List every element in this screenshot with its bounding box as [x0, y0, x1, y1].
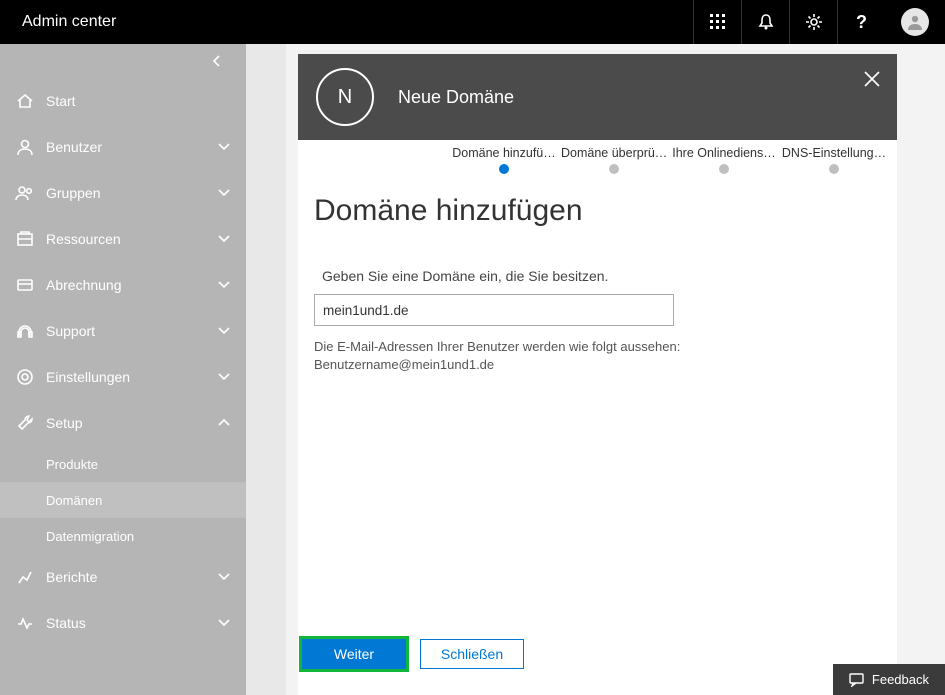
feedback-icon [849, 673, 864, 687]
next-button[interactable]: Weiter [302, 639, 406, 669]
add-domain-panel: N Neue Domäne Domäne hinzufü… Domäne übe… [298, 54, 897, 695]
step-label: Ihre Onlinediens… [672, 146, 776, 160]
panel-header: N Neue Domäne [298, 54, 897, 140]
setup-icon [14, 414, 36, 432]
feedback-label: Feedback [872, 672, 929, 687]
step-label: DNS-Einstellung… [782, 146, 886, 160]
chevron-down-icon [216, 188, 232, 198]
sidebar-item-label: Setup [46, 415, 216, 431]
sidebar-item-status[interactable]: Status [0, 600, 246, 646]
email-hint: Die E-Mail-Adressen Ihrer Benutzer werde… [314, 338, 869, 374]
page-heading: Domäne hinzufügen [314, 194, 869, 228]
content-area: N Neue Domäne Domäne hinzufü… Domäne übe… [246, 44, 945, 695]
chevron-down-icon [216, 618, 232, 628]
sidebar-item-einstellungen[interactable]: Einstellungen [0, 354, 246, 400]
resources-icon [14, 230, 36, 248]
sidebar-subitem-label: Domänen [46, 493, 102, 508]
sidebar-item-ressourcen[interactable]: Ressourcen [0, 216, 246, 262]
content-background-strip [246, 44, 286, 695]
sidebar-subitem-produkte[interactable]: Produkte [0, 446, 246, 482]
topbar: Admin center ? [0, 0, 945, 44]
domain-prompt: Geben Sie eine Domäne ein, die Sie besit… [322, 268, 869, 284]
chevron-down-icon [216, 372, 232, 382]
chevron-down-icon [216, 572, 232, 582]
chevron-down-icon [216, 326, 232, 336]
email-hint-line2: Benutzername@mein1und1.de [314, 357, 494, 372]
panel-body: Domäne hinzufügen Geben Sie eine Domäne … [298, 184, 897, 639]
panel-footer: Weiter Schließen [298, 639, 897, 695]
step-dot-1[interactable] [449, 164, 559, 174]
sidebar-item-label: Support [46, 323, 216, 339]
sidebar-item-label: Ressourcen [46, 231, 216, 247]
status-icon [14, 614, 36, 632]
wizard-stepper-dots [298, 160, 897, 184]
close-button[interactable]: Schließen [420, 639, 524, 669]
feedback-button[interactable]: Feedback [833, 664, 945, 695]
step-label: Domäne überprü… [561, 146, 667, 160]
user-icon [14, 138, 36, 156]
sidebar-item-label: Start [46, 93, 232, 109]
step-dot-4[interactable] [779, 164, 889, 174]
notifications-icon[interactable] [741, 0, 789, 44]
chevron-down-icon [216, 142, 232, 152]
sidebar: Start Benutzer Gruppen Ressourcen [0, 44, 246, 695]
settings-gear-icon [14, 368, 36, 386]
step-dot-3[interactable] [669, 164, 779, 174]
sidebar-subitem-label: Datenmigration [46, 529, 134, 544]
sidebar-item-label: Abrechnung [46, 277, 216, 293]
account-avatar[interactable] [885, 0, 945, 44]
app-title: Admin center [0, 13, 116, 31]
sidebar-item-setup[interactable]: Setup [0, 400, 246, 446]
sidebar-item-start[interactable]: Start [0, 78, 246, 124]
sidebar-subitem-datenmigration[interactable]: Datenmigration [0, 518, 246, 554]
sidebar-item-berichte[interactable]: Berichte [0, 554, 246, 600]
chevron-up-icon [216, 418, 232, 428]
settings-icon[interactable] [789, 0, 837, 44]
wizard-stepper: Domäne hinzufü… Domäne überprü… Ihre Onl… [298, 140, 897, 160]
email-hint-line1: Die E-Mail-Adressen Ihrer Benutzer werde… [314, 339, 680, 354]
step-label: Domäne hinzufü… [452, 146, 556, 160]
panel-title: Neue Domäne [398, 87, 514, 108]
step-dot-2[interactable] [559, 164, 669, 174]
sidebar-item-benutzer[interactable]: Benutzer [0, 124, 246, 170]
help-icon[interactable]: ? [837, 0, 885, 44]
sidebar-subitem-domaenen[interactable]: Domänen [0, 482, 246, 518]
sidebar-subitem-label: Produkte [46, 457, 98, 472]
chevron-down-icon [216, 234, 232, 244]
billing-icon [14, 276, 36, 294]
sidebar-item-abrechnung[interactable]: Abrechnung [0, 262, 246, 308]
domain-input[interactable] [314, 294, 674, 326]
sidebar-item-label: Benutzer [46, 139, 216, 155]
sidebar-item-label: Berichte [46, 569, 216, 585]
support-icon [14, 322, 36, 340]
groups-icon [14, 184, 36, 202]
topbar-actions: ? [693, 0, 945, 44]
sidebar-item-label: Einstellungen [46, 369, 216, 385]
chevron-down-icon [216, 280, 232, 290]
home-icon [14, 92, 36, 110]
panel-letter-avatar: N [316, 68, 374, 126]
panel-letter: N [338, 86, 352, 109]
panel-close-button[interactable] [863, 70, 881, 93]
sidebar-item-gruppen[interactable]: Gruppen [0, 170, 246, 216]
sidebar-item-support[interactable]: Support [0, 308, 246, 354]
sidebar-item-label: Status [46, 615, 216, 631]
app-launcher-icon[interactable] [693, 0, 741, 44]
reports-icon [14, 568, 36, 586]
sidebar-collapse-button[interactable] [0, 44, 246, 78]
sidebar-item-label: Gruppen [46, 185, 216, 201]
